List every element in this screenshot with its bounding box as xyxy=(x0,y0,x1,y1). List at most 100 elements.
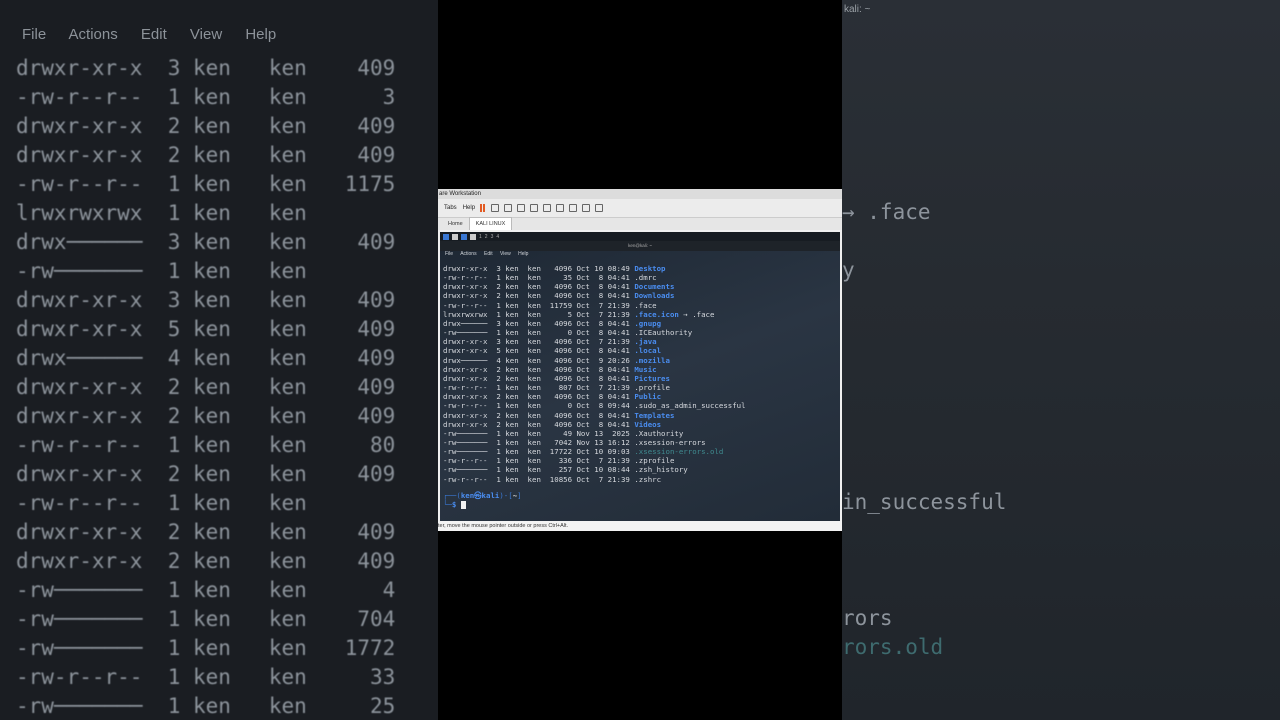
ls-row-meta: -rw-r--r-- 1 ken ken 807 Oct 7 21:39 xyxy=(443,383,635,393)
ls-row-meta: drwxr-xr-x 2 ken ken 4096 Oct 8 04:41 xyxy=(443,291,635,301)
zoomed-terminal-background-right: kali: ~ → .face y in_successful rors ror… xyxy=(842,0,1280,720)
zoomed-menubar: File Actions Edit View Help xyxy=(22,26,295,43)
ls-row: -rw─────── 1 ken ken 257 Oct 10 08:44 .z… xyxy=(443,465,746,474)
ls-row-name: .sudo_as_admin_successful xyxy=(634,401,746,411)
workspace-1[interactable]: 1 xyxy=(479,234,482,240)
ls-row: drwxr-xr-x 2 ken ken 4096 Oct 8 04:41 Mu… xyxy=(443,365,746,374)
zoomed-listing-row: drwx────── 3 ken ken 409 xyxy=(16,230,396,254)
workspace-4[interactable]: 4 xyxy=(496,234,499,240)
tabs-menu[interactable]: Tabs xyxy=(444,205,457,211)
term-menu-file[interactable]: File xyxy=(445,251,453,257)
shell-prompt[interactable]: ┌──(ken㉿kali)-[~] └─$ xyxy=(443,491,522,509)
ls-row-meta: -rw─────── 1 ken ken 49 Nov 13 2025 xyxy=(443,428,635,438)
zoomed-listing-row: drwx────── 4 ken ken 409 xyxy=(16,346,396,370)
guest-screen[interactable]: 1 2 3 4 ken@kali: ~ File Actions Edit Vi… xyxy=(440,232,840,521)
zoomed-errors-old: rors.old xyxy=(842,635,944,659)
menu-file: File xyxy=(22,26,47,43)
stretch-guest-icon[interactable] xyxy=(595,204,604,212)
ls-row-name: .Xauthority xyxy=(634,428,684,438)
zoomed-listing-row: drwxr-xr-x 2 ken ken 409 xyxy=(16,375,396,399)
thumbnail-icon[interactable] xyxy=(556,204,565,212)
ls-row-meta: -rw-r--r-- 1 ken ken 35 Oct 8 04:41 xyxy=(443,273,635,283)
ls-row-meta: lrwxrwxrwx 1 ken ken 5 Oct 7 21:39 xyxy=(443,309,635,319)
ls-row-meta: drwxr-xr-x 2 ken ken 4096 Oct 8 04:41 xyxy=(443,410,635,420)
console-view-icon[interactable] xyxy=(582,204,591,212)
text-cursor xyxy=(460,501,466,509)
ls-row-name: .xsession-errors.old xyxy=(634,447,724,457)
show-library-icon[interactable] xyxy=(543,204,552,212)
send-keys-icon[interactable] xyxy=(491,204,500,212)
ls-row-name: Desktop xyxy=(634,264,666,273)
zoomed-listing-row: drwxr-xr-x 2 ken ken 409 xyxy=(16,520,396,544)
revert-snapshot-icon[interactable] xyxy=(517,204,526,212)
ls-row-name: .dmrc xyxy=(634,273,657,283)
ls-row-name: Videos xyxy=(634,419,662,429)
zoomed-listing-row: drwxr-xr-x 2 ken ken 409 xyxy=(16,549,396,573)
term-menu-actions[interactable]: Actions xyxy=(460,251,476,257)
term-menu-edit[interactable]: Edit xyxy=(484,251,493,257)
ls-row-name: .local xyxy=(634,346,662,356)
workspace-2[interactable]: 2 xyxy=(485,234,488,240)
ls-row: drwx────── 3 ken ken 4096 Oct 8 04:41 .g… xyxy=(443,319,746,328)
zoomed-listing-row: drwxr-xr-x 5 ken ken 409 xyxy=(16,317,396,341)
ls-row: lrwxrwxrwx 1 ken ken 5 Oct 7 21:39 .face… xyxy=(443,310,746,319)
ls-row: drwxr-xr-x 3 ken ken 4096 Oct 10 08:49 D… xyxy=(443,264,746,273)
ls-row-meta: drwxr-xr-x 2 ken ken 4096 Oct 8 04:41 xyxy=(443,364,635,374)
ls-row: -rw-r--r-- 1 ken ken 336 Oct 7 21:39 .zp… xyxy=(443,456,746,465)
ls-row-name: .gnupg xyxy=(634,318,662,328)
ls-row-name: Templates xyxy=(634,410,675,420)
ls-row: drwxr-xr-x 2 ken ken 4096 Oct 8 04:41 Te… xyxy=(443,411,746,420)
manage-snapshots-icon[interactable] xyxy=(530,204,539,212)
ls-row: -rw-r--r-- 1 ken ken 10856 Oct 7 21:39 .… xyxy=(443,475,746,484)
menu-help: Help xyxy=(245,26,277,43)
ls-row-name: .face.icon xyxy=(634,309,679,319)
ls-row-name: .zprofile xyxy=(634,456,675,466)
ls-row: drwxr-xr-x 2 ken ken 4096 Oct 8 04:41 Pu… xyxy=(443,392,746,401)
term-menu-view[interactable]: View xyxy=(500,251,511,257)
zoomed-fragment-y: y xyxy=(842,258,855,282)
zoomed-listing-row: drwxr-xr-x 3 ken ken 409 xyxy=(16,56,396,80)
ls-row-name: .java xyxy=(634,337,657,347)
vmware-statusbar: ter, move the mouse pointer outside or p… xyxy=(438,521,842,531)
ls-row: drwx────── 4 ken ken 4096 Oct 9 20:26 .m… xyxy=(443,356,746,365)
menu-edit: Edit xyxy=(140,26,167,43)
browser-icon[interactable] xyxy=(470,233,476,240)
ls-row-name: .mozilla xyxy=(634,355,670,365)
vm-tabs: Home KALI LINUX xyxy=(438,217,842,230)
ls-row: drwxr-xr-x 2 ken ken 4096 Oct 8 04:41 Vi… xyxy=(443,420,746,429)
ls-row-name: Pictures xyxy=(634,373,670,383)
ls-row-meta: drwxr-xr-x 3 ken ken 4096 Oct 7 21:39 xyxy=(443,337,635,347)
xfce-panel: 1 2 3 4 xyxy=(440,232,840,241)
pause-icon[interactable] xyxy=(480,204,486,212)
menu-actions: Actions xyxy=(68,26,118,43)
ls-row-meta: drwxr-xr-x 2 ken ken 4096 Oct 8 04:41 xyxy=(443,373,635,383)
zoomed-listing-row: drwxr-xr-x 3 ken ken 409 xyxy=(16,288,396,312)
menu-view: View xyxy=(189,26,223,43)
file-manager-icon[interactable] xyxy=(452,233,458,240)
zoomed-listing-row: -rw-r--r-- 1 ken ken 1175 xyxy=(16,172,396,196)
ls-row-meta: drwx────── 4 ken ken 4096 Oct 9 20:26 xyxy=(443,355,635,365)
zoomed-listing-row: lrwxrwxrwx 1 ken ken xyxy=(16,201,383,225)
kali-menu-icon[interactable] xyxy=(443,233,449,240)
fullscreen-icon[interactable] xyxy=(569,204,578,212)
zoomed-listing-row: drwxr-xr-x 2 ken ken 409 xyxy=(16,114,396,138)
ls-row-name: .xsession-errors xyxy=(634,437,706,447)
ls-row-name: .zsh_history xyxy=(634,465,688,475)
ls-row: -rw-r--r-- 1 ken ken 35 Oct 8 04:41 .dmr… xyxy=(443,273,746,282)
ls-row-name: Documents xyxy=(634,282,675,292)
ls-row-meta: drwxr-xr-x 2 ken ken 4096 Oct 8 04:41 xyxy=(443,392,635,402)
ls-row-meta: -rw─────── 1 ken ken 7042 Nov 13 16:12 xyxy=(443,437,635,447)
prompt-user: ken㉿kali xyxy=(460,491,500,500)
help-menu[interactable]: Help xyxy=(463,205,475,211)
snapshot-icon[interactable] xyxy=(504,204,513,212)
terminal-launcher-icon[interactable] xyxy=(461,233,467,240)
ls-row: -rw─────── 1 ken ken 17722 Oct 10 09:03 … xyxy=(443,447,746,456)
zoomed-errors: rors xyxy=(842,606,893,630)
ls-row-name: Music xyxy=(634,364,657,374)
tab-kali-linux[interactable]: KALI LINUX xyxy=(468,217,513,230)
vmware-window: are Workstation Tabs Help Home KALI LINU… xyxy=(438,189,842,531)
workspace-3[interactable]: 3 xyxy=(491,234,494,240)
tab-home[interactable]: Home xyxy=(442,218,469,230)
term-menu-help[interactable]: Help xyxy=(518,251,528,257)
zoomed-listing: drwxr-xr-x 3 ken ken 409 -rw-r--r-- 1 ken… xyxy=(16,54,395,720)
